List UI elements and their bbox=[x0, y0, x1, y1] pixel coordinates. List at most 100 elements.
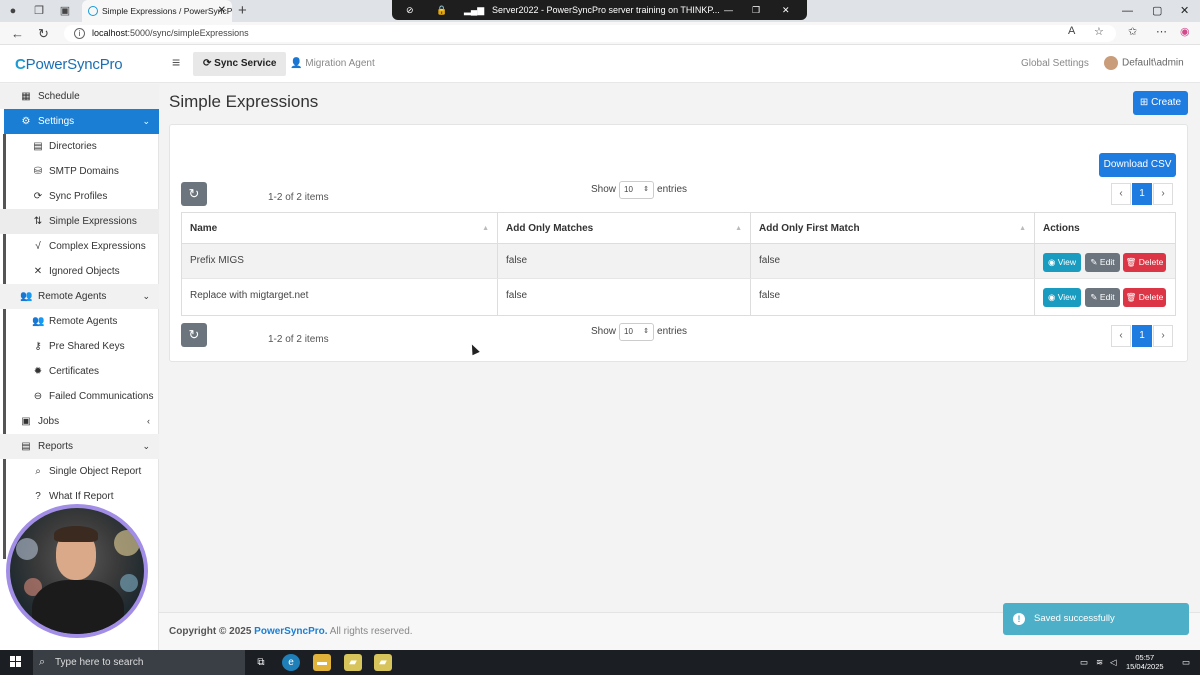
tab-migration-agent[interactable]: 👤 Migration Agent bbox=[280, 52, 385, 76]
edit-label: Edit bbox=[1099, 292, 1115, 302]
wifi-icon[interactable]: ≋ bbox=[1096, 650, 1103, 675]
taskbar-app-icon-2[interactable]: ▰ bbox=[374, 654, 392, 671]
sidebar-item-label: Single Object Report bbox=[49, 466, 142, 477]
page-size-select[interactable]: 10 ⇕ bbox=[619, 181, 655, 199]
tab-migration-agent-label: Migration Agent bbox=[305, 58, 375, 69]
user-menu[interactable]: Default\admin bbox=[1104, 56, 1184, 71]
more-icon[interactable]: ⋯ bbox=[1156, 25, 1167, 38]
table-row[interactable]: Prefix MIGS false false ◉ View ✎ Edit 🗑 … bbox=[182, 244, 1175, 279]
table-row[interactable]: Replace with migtarget.net false false ◉… bbox=[182, 279, 1175, 315]
create-button[interactable]: ⊞ Create bbox=[1133, 91, 1188, 115]
browser-tab-active[interactable]: Simple Expressions / PowerSyncPro ✕ bbox=[82, 0, 232, 22]
profile-icon[interactable]: ● bbox=[6, 4, 20, 18]
create-button-label: Create bbox=[1151, 97, 1182, 108]
view-button[interactable]: ◉ View bbox=[1043, 288, 1081, 307]
unpin-icon[interactable]: ⊘ bbox=[406, 0, 414, 20]
download-csv-button[interactable]: Download CSV bbox=[1099, 153, 1176, 177]
tab-actions-icon[interactable]: ▣ bbox=[58, 4, 72, 18]
close-icon[interactable]: ✕ bbox=[782, 0, 790, 20]
sidebar-item-single-object-report[interactable]: ⌕ Single Object Report bbox=[0, 459, 159, 484]
sidebar-item-failed-communications[interactable]: ⊖ Failed Communications bbox=[0, 384, 159, 409]
column-header-add-only-first-match[interactable]: Add Only First Match▲▼ bbox=[751, 213, 1035, 263]
sidebar-item-remote-agents[interactable]: 👥 Remote Agents bbox=[0, 309, 159, 334]
sidebar-item-certificates[interactable]: ✹ Certificates bbox=[0, 359, 159, 384]
url-input[interactable]: i localhost:5000/sync/simpleExpressions bbox=[64, 25, 1116, 42]
prev-page-button[interactable]: ‹ bbox=[1111, 183, 1131, 205]
taskbar-search-input[interactable]: ⌕ Type here to search bbox=[33, 650, 245, 675]
back-icon[interactable]: ← bbox=[11, 25, 24, 42]
sidebar-item-schedule[interactable]: ▦ Schedule bbox=[0, 84, 159, 109]
page-size-select[interactable]: 10 ⇕ bbox=[619, 323, 655, 341]
sidebar-item-label: Jobs bbox=[38, 416, 60, 427]
sidebar-item-smtp-domains[interactable]: ⛁ SMTP Domains bbox=[0, 159, 159, 184]
volume-icon[interactable]: ◁ bbox=[1110, 650, 1117, 675]
tab-sync-service[interactable]: ⟳ Sync Service bbox=[193, 52, 287, 76]
app-header: CPowerSyncPro ≡ ⟳ Sync Service 👤 Migrati… bbox=[0, 45, 1200, 83]
restore-icon[interactable]: ❐ bbox=[752, 0, 760, 20]
lock-icon: 🔒 bbox=[436, 5, 448, 15]
minimize-icon[interactable]: — bbox=[724, 0, 733, 20]
page-button-1[interactable]: 1 bbox=[1132, 325, 1152, 347]
sidebar-item-simple-expressions[interactable]: ⇅ Simple Expressions bbox=[0, 209, 159, 234]
sidebar-item-complex-expressions[interactable]: √ Complex Expressions bbox=[0, 234, 159, 259]
page-size-value: 10 bbox=[624, 327, 633, 336]
sidebar-item-remote-agents-group[interactable]: 👥 Remote Agents ⌄ bbox=[0, 284, 159, 309]
key-icon: ⚷ bbox=[34, 341, 42, 352]
pencil-icon: ✎ bbox=[1090, 292, 1098, 302]
read-aloud-icon[interactable]: A bbox=[1068, 25, 1075, 37]
new-tab-button[interactable]: + bbox=[238, 0, 247, 22]
collections-icon[interactable]: ❐ bbox=[32, 4, 46, 18]
favorite-star-icon[interactable]: ☆ bbox=[1094, 25, 1104, 38]
url-path: :5000/sync/simpleExpressions bbox=[127, 28, 249, 38]
column-header-add-only-matches[interactable]: Add Only Matches▲▼ bbox=[498, 213, 751, 263]
site-info-icon[interactable]: i bbox=[74, 28, 85, 39]
refresh-button-bottom[interactable]: ↻ bbox=[181, 323, 207, 347]
copilot-icon[interactable]: ◉ bbox=[1180, 25, 1190, 38]
chevron-down-icon: ⌄ bbox=[142, 116, 150, 126]
sidebar-item-directories[interactable]: ▤ Directories bbox=[0, 134, 159, 159]
powersyncpro-logo[interactable]: CPowerSyncPro bbox=[15, 56, 123, 73]
rdp-title: Server2022 - PowerSyncPro server trainin… bbox=[492, 5, 720, 15]
logo-mark: C bbox=[15, 56, 26, 73]
task-view-icon[interactable]: ⧉ bbox=[252, 654, 270, 671]
sidebar-item-jobs[interactable]: ▣ Jobs ‹ bbox=[0, 409, 159, 434]
favorites-icon[interactable]: ✩ bbox=[1128, 25, 1137, 38]
edge-browser-icon[interactable]: e bbox=[282, 654, 300, 671]
edit-button[interactable]: ✎ Edit bbox=[1085, 253, 1120, 272]
view-label: View bbox=[1057, 257, 1077, 267]
delete-label: Delete bbox=[1138, 292, 1164, 302]
delete-button[interactable]: 🗑 Delete bbox=[1123, 253, 1166, 272]
page-button-1[interactable]: 1 bbox=[1132, 183, 1152, 205]
window-close-icon[interactable]: ✕ bbox=[1180, 0, 1189, 22]
global-settings-link[interactable]: Global Settings bbox=[1021, 58, 1089, 69]
sidebar-item-label: Remote Agents bbox=[49, 316, 118, 327]
sidebar-item-ignored-objects[interactable]: ✕ Ignored Objects bbox=[0, 259, 159, 284]
close-tab-icon[interactable]: ✕ bbox=[218, 0, 226, 22]
taskbar-app-icon[interactable]: ▰ bbox=[344, 654, 362, 671]
network-icon[interactable]: ▭ bbox=[1080, 650, 1088, 675]
clipboard-icon: ▤ bbox=[21, 441, 31, 452]
sidebar-item-settings[interactable]: ⚙ Settings ⌄ bbox=[4, 109, 159, 134]
next-page-button[interactable]: › bbox=[1153, 325, 1173, 347]
file-explorer-icon[interactable]: ▬ bbox=[313, 654, 331, 671]
column-header-name[interactable]: Name▲▼ bbox=[182, 213, 498, 263]
next-page-button[interactable]: › bbox=[1153, 183, 1173, 205]
delete-button[interactable]: 🗑 Delete bbox=[1123, 288, 1166, 307]
sidebar-item-pre-shared-keys[interactable]: ⚷ Pre Shared Keys bbox=[0, 334, 159, 359]
window-minimize-icon[interactable]: — bbox=[1122, 0, 1133, 22]
view-button[interactable]: ◉ View bbox=[1043, 253, 1081, 272]
sidebar-item-reports[interactable]: ▤ Reports ⌄ bbox=[0, 434, 159, 459]
hamburger-menu-icon[interactable]: ≡ bbox=[172, 54, 180, 70]
success-toast[interactable]: ! Saved successfully bbox=[1003, 603, 1189, 635]
edit-button[interactable]: ✎ Edit bbox=[1085, 288, 1120, 307]
window-maximize-icon[interactable]: ▢ bbox=[1152, 0, 1162, 22]
windows-start-icon[interactable] bbox=[10, 656, 22, 668]
notification-icon[interactable]: ▭ bbox=[1182, 650, 1190, 675]
sidebar-item-sync-profiles[interactable]: ⟳ Sync Profiles bbox=[0, 184, 159, 209]
footer-brand-link[interactable]: PowerSyncPro. bbox=[254, 626, 327, 637]
taskbar-clock[interactable]: 05:57 15/04/2025 bbox=[1126, 653, 1164, 671]
server-icon: ⛁ bbox=[33, 166, 43, 177]
reload-icon[interactable]: ↻ bbox=[38, 25, 49, 42]
refresh-button[interactable]: ↻ bbox=[181, 182, 207, 206]
prev-page-button[interactable]: ‹ bbox=[1111, 325, 1131, 347]
